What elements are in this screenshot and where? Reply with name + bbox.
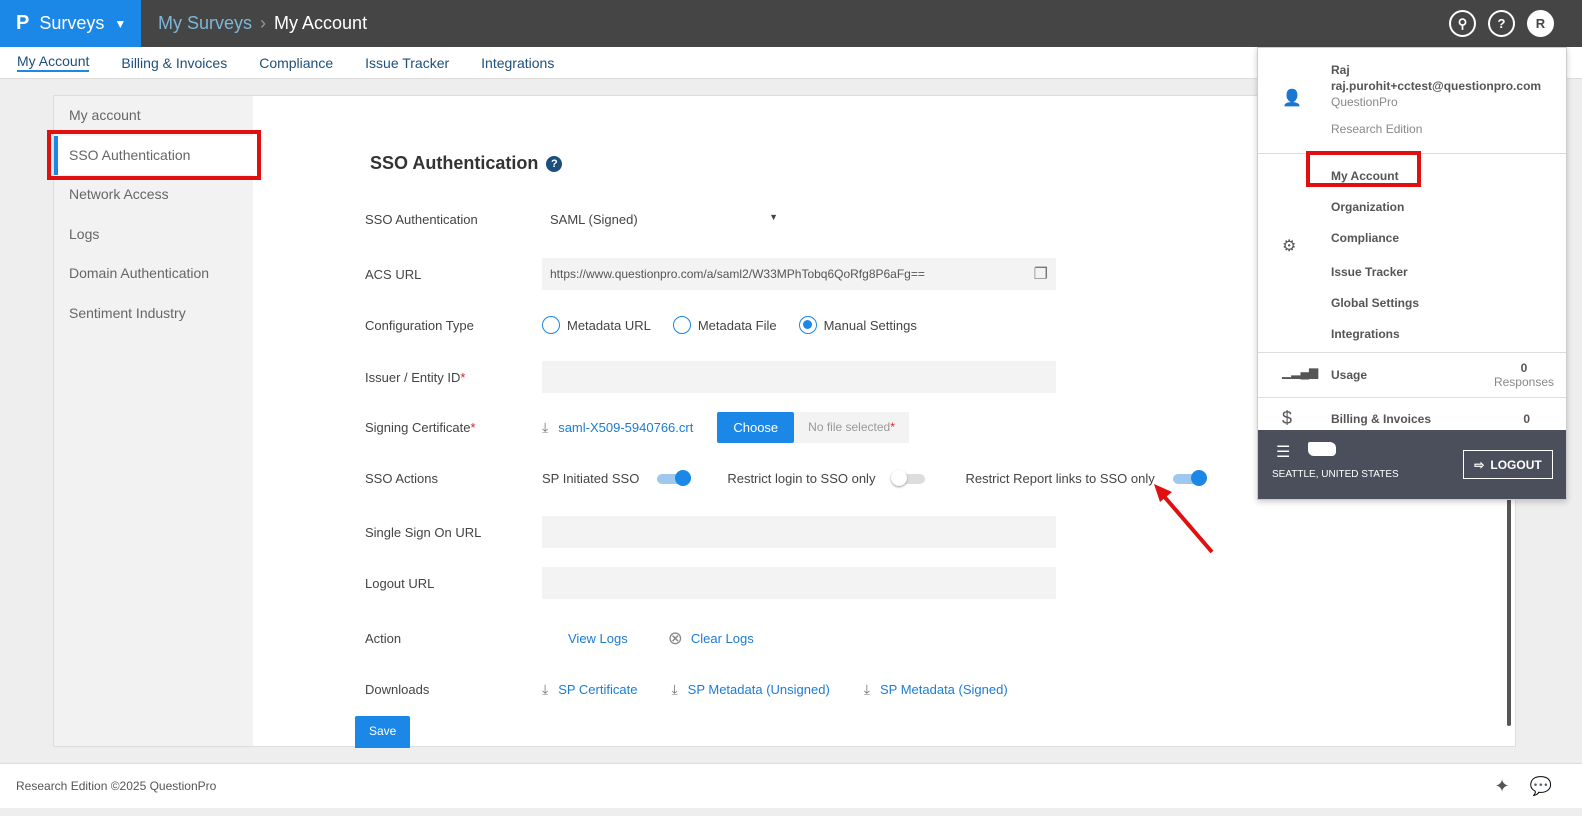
menu-global-settings[interactable]: Global Settings — [1258, 288, 1566, 319]
scrollbar[interactable] — [1507, 486, 1511, 726]
download-icon: ⤓ — [671, 681, 678, 697]
page-title: SSO Authentication? — [370, 153, 563, 174]
acs-url-field[interactable]: https://www.questionpro.com/a/saml2/W33M… — [542, 258, 1056, 290]
sso-type-select[interactable]: SAML (Signed) ▼ — [542, 212, 778, 227]
download-sp-metadata-unsigned[interactable]: SP Metadata (Unsigned) — [688, 682, 830, 697]
product-name: Surveys — [39, 13, 105, 33]
caret-down-icon: ▼ — [114, 16, 127, 31]
action-label: Action — [365, 631, 402, 646]
clear-icon: ⊗ — [667, 628, 683, 648]
menu-integrations[interactable]: Integrations — [1258, 319, 1566, 350]
menu-compliance[interactable]: Compliance — [1258, 223, 1566, 254]
tab-integrations[interactable]: Integrations — [481, 55, 554, 71]
menu-usage[interactable]: ▁▂▄▆ Usage 0 Responses — [1258, 353, 1566, 398]
view-logs-link[interactable]: View Logs — [568, 631, 628, 646]
annotation-arrow-icon — [1154, 484, 1214, 554]
sso-url-label: Single Sign On URL — [365, 524, 482, 540]
breadcrumb-current: My Account — [274, 13, 368, 33]
sso-url-input[interactable] — [542, 516, 1056, 548]
user-email: raj.purohit+cctest@questionpro.com — [1331, 79, 1542, 93]
downloads-label: Downloads — [365, 682, 430, 697]
acs-label: ACS URL — [365, 266, 422, 282]
highlight-box — [47, 130, 261, 180]
cert-label: Signing Certificate* — [365, 420, 476, 435]
product-switcher[interactable]: P Surveys ▼ — [0, 0, 141, 47]
choose-file-button[interactable]: Choose — [717, 412, 795, 443]
download-icon: ⤓ — [863, 681, 870, 697]
signal-icon: ▁▂▄▆ — [1282, 365, 1319, 379]
logout-url-label: Logout URL — [365, 575, 435, 591]
top-bar: P Surveys ▼ My Surveys › My Account ⚲ ? R — [0, 0, 1582, 47]
account-menu: 👤 Raj raj.purohit+cctest@questionpro.com… — [1257, 47, 1567, 500]
clear-logs-link[interactable]: Clear Logs — [691, 631, 754, 646]
sp-initiated-label: SP Initiated SSO — [542, 471, 640, 486]
location-text: SEATTLE, UNITED STATES — [1272, 469, 1399, 480]
sp-initiated-toggle[interactable] — [657, 469, 692, 486]
help-icon[interactable]: ? — [546, 155, 563, 172]
tab-billing[interactable]: Billing & Invoices — [121, 55, 227, 71]
tab-my-account[interactable]: My Account — [17, 53, 90, 72]
download-sp-metadata-signed[interactable]: SP Metadata (Signed) — [880, 682, 1008, 697]
radio-metadata-file[interactable]: Metadata File — [672, 316, 777, 334]
company-name: QuestionPro — [1331, 95, 1398, 109]
config-label: Configuration Type — [365, 317, 474, 333]
sidebar: My account SSO Authentication Network Ac… — [54, 96, 253, 746]
copy-icon[interactable]: ❐ — [1034, 264, 1048, 284]
tab-compliance[interactable]: Compliance — [259, 55, 333, 71]
radio-metadata-url[interactable]: Metadata URL — [542, 316, 651, 334]
location-footer: ☰ SEATTLE, UNITED STATES ⇨ LOGOUT — [1258, 430, 1566, 499]
logout-button[interactable]: ⇨ LOGOUT — [1463, 450, 1553, 479]
save-button[interactable]: Save — [355, 716, 411, 748]
us-map-icon — [1308, 442, 1336, 456]
sso-label: SSO Authentication — [365, 212, 478, 227]
search-icon[interactable]: ⚲ — [1449, 10, 1476, 37]
avatar[interactable]: R — [1527, 10, 1554, 37]
sidebar-item-logs[interactable]: Logs — [54, 215, 253, 255]
cert-file-link[interactable]: saml-X509-5940766.crt — [558, 420, 693, 435]
menu-organization[interactable]: Organization — [1258, 192, 1566, 223]
breadcrumb: My Surveys › My Account — [158, 13, 367, 34]
chevron-right-icon: › — [260, 13, 267, 33]
download-icon: ⤓ — [542, 681, 549, 697]
logout-icon: ⇨ — [1474, 457, 1485, 472]
usage-count: 0 — [1520, 361, 1528, 375]
dollar-icon: $ — [1282, 408, 1293, 428]
download-sp-certificate[interactable]: SP Certificate — [558, 682, 637, 697]
sidebar-item-sentiment[interactable]: Sentiment Industry — [54, 294, 253, 334]
restrict-login-label: Restrict login to SSO only — [727, 471, 876, 486]
restrict-report-label: Restrict Report links to SSO only — [965, 471, 1155, 486]
issuer-label: Issuer / Entity ID* — [365, 369, 466, 385]
tab-issue-tracker[interactable]: Issue Tracker — [365, 55, 449, 71]
chat-icon[interactable]: 💬 — [1530, 776, 1552, 797]
caret-down-icon: ▼ — [769, 212, 778, 222]
sparkle-icon[interactable]: ✦ — [1494, 776, 1509, 797]
highlight-box — [1306, 151, 1421, 187]
billing-count: 0 — [1523, 412, 1530, 426]
menu-issue-tracker[interactable]: Issue Tracker — [1258, 257, 1566, 288]
radio-manual-settings[interactable]: Manual Settings — [798, 316, 917, 334]
usage-unit: Responses — [1493, 375, 1554, 389]
user-icon: 👤 — [1282, 90, 1302, 107]
no-file-text: No file selected* — [794, 412, 909, 443]
breadcrumb-my-surveys[interactable]: My Surveys — [158, 13, 252, 33]
database-icon: ☰ — [1276, 444, 1291, 461]
download-icon: ⤓ — [542, 419, 549, 435]
actions-label: SSO Actions — [365, 471, 438, 486]
logout-url-input[interactable] — [542, 567, 1056, 599]
help-icon[interactable]: ? — [1488, 10, 1515, 37]
footer: Research Edition ©2025 QuestionPro ✦ 💬 — [0, 763, 1582, 808]
questionpro-logo-icon: P — [16, 12, 30, 34]
restrict-login-toggle[interactable] — [891, 469, 926, 486]
sidebar-item-domain-auth[interactable]: Domain Authentication — [54, 254, 253, 294]
gears-icon: ⚙ — [1282, 238, 1297, 255]
sidebar-item-network-access[interactable]: Network Access — [54, 175, 253, 215]
edition: Research Edition — [1331, 122, 1423, 136]
user-name: Raj — [1331, 63, 1350, 77]
footer-text: Research Edition ©2025 QuestionPro — [16, 779, 217, 793]
issuer-input[interactable] — [542, 361, 1056, 393]
